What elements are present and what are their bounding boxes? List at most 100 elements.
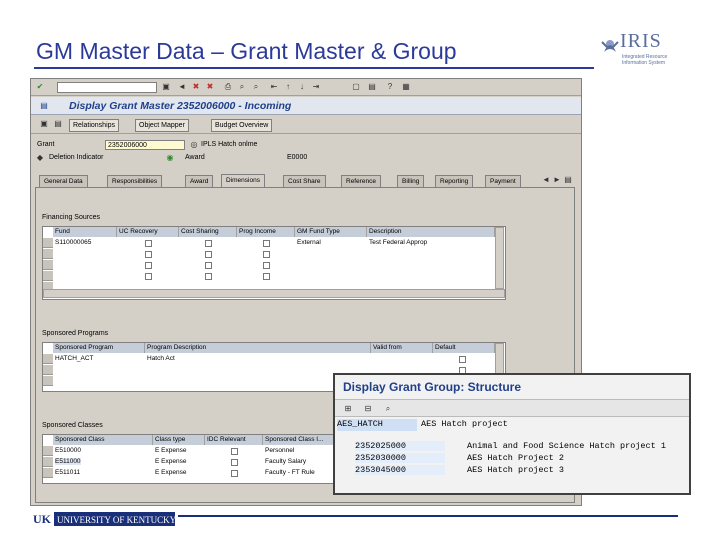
tab-general-data[interactable]: General Data bbox=[39, 175, 88, 187]
collapse-icon[interactable]: ⊟ bbox=[363, 404, 373, 414]
class-cell[interactable]: E511011 bbox=[55, 469, 80, 476]
row-selector[interactable] bbox=[43, 376, 53, 386]
horizontal-scrollbar[interactable] bbox=[43, 289, 505, 298]
tab-billing[interactable]: Billing bbox=[397, 175, 425, 187]
cost-sharing-checkbox[interactable] bbox=[205, 273, 212, 280]
uc-recovery-checkbox[interactable] bbox=[145, 251, 152, 258]
expand-icon[interactable]: ⊞ bbox=[343, 404, 353, 414]
university-logo-text: UNIVERSITY OF KENTUCKY bbox=[57, 515, 177, 525]
tab-payment[interactable]: Payment bbox=[485, 175, 521, 187]
idc-relevant-checkbox[interactable] bbox=[231, 459, 238, 466]
prog-income-checkbox[interactable] bbox=[263, 262, 270, 269]
tab-reporting[interactable]: Reporting bbox=[435, 175, 474, 187]
tab-scroll-left-icon[interactable]: ◄ bbox=[541, 175, 551, 185]
row-selector[interactable] bbox=[43, 365, 53, 375]
uc-recovery-checkbox[interactable] bbox=[145, 240, 152, 247]
prog-income-checkbox[interactable] bbox=[263, 251, 270, 258]
idc-relevant-checkbox[interactable] bbox=[231, 448, 238, 455]
next-page-icon[interactable]: ↓ bbox=[297, 82, 307, 92]
class-desc-cell: Personnel bbox=[265, 447, 295, 454]
find-icon[interactable]: ⌕ bbox=[237, 82, 247, 92]
tree-child-node[interactable]: 2352030000 bbox=[355, 453, 445, 463]
col-sponsored-class: Sponsored Class bbox=[53, 435, 153, 445]
iris-logo-text: IRIS bbox=[620, 30, 662, 52]
find-next-icon[interactable]: ⌕ bbox=[251, 82, 261, 92]
financing-sources-table: Fund UC Recovery Cost Sharing Prog Incom… bbox=[42, 226, 506, 300]
system-toolbar: ✔ ▣ ◄ ✖ ✖ ⎙ ⌕ ⌕ ⇤ ↑ ↓ ⇥ ▢ ▤ ? ▦ bbox=[31, 79, 581, 96]
cancel-icon[interactable]: ✖ bbox=[205, 82, 215, 92]
fund-cell[interactable]: S110000065 bbox=[55, 239, 91, 246]
description-cell: Test Federal Approp bbox=[369, 239, 428, 246]
first-page-icon[interactable]: ⇤ bbox=[269, 82, 279, 92]
class-cell[interactable]: E510000 bbox=[55, 447, 81, 454]
row-selector[interactable] bbox=[43, 260, 53, 270]
save-icon[interactable]: ▣ bbox=[161, 82, 171, 92]
tab-award[interactable]: Award bbox=[185, 175, 214, 187]
tree-child-node[interactable]: 2352025000 bbox=[355, 441, 445, 451]
tree-child-description: AES Hatch project 3 bbox=[467, 465, 564, 475]
class-type-cell[interactable]: E Expense bbox=[155, 458, 186, 465]
default-checkbox[interactable] bbox=[459, 356, 466, 363]
idc-relevant-checkbox[interactable] bbox=[231, 470, 238, 477]
cost-sharing-checkbox[interactable] bbox=[205, 240, 212, 247]
row-selector[interactable] bbox=[43, 354, 53, 364]
uc-recovery-checkbox[interactable] bbox=[145, 262, 152, 269]
command-field[interactable] bbox=[57, 82, 157, 93]
col-program-description: Program Description bbox=[145, 343, 371, 353]
tab-cost-share[interactable]: Cost Share bbox=[283, 175, 326, 187]
find-icon[interactable]: ⌕ bbox=[383, 404, 393, 414]
row-selector[interactable] bbox=[43, 457, 53, 467]
col-uc-recovery: UC Recovery bbox=[117, 227, 179, 237]
tab-reference[interactable]: Reference bbox=[341, 175, 381, 187]
uc-recovery-checkbox[interactable] bbox=[145, 273, 152, 280]
relationships-button[interactable]: Relationships bbox=[69, 119, 120, 132]
grant-group-title: Display Grant Group: Structure bbox=[343, 380, 522, 394]
tree-child-node[interactable]: 2353045000 bbox=[355, 465, 445, 475]
object-mapper-button[interactable]: Object Mapper bbox=[135, 119, 189, 132]
col-cost-sharing: Cost Sharing bbox=[179, 227, 237, 237]
grant-input[interactable]: 2352006000 bbox=[105, 140, 185, 150]
layout-icon[interactable]: ▦ bbox=[401, 82, 411, 92]
tab-responsibilities[interactable]: Responsibilities bbox=[107, 175, 163, 187]
row-selector[interactable] bbox=[43, 468, 53, 478]
last-page-icon[interactable]: ⇥ bbox=[311, 82, 321, 92]
fund-type-cell: External bbox=[297, 239, 321, 246]
prog-income-checkbox[interactable] bbox=[263, 240, 270, 247]
class-cell[interactable]: E511000 bbox=[55, 458, 81, 465]
col-prog-income: Prog Income bbox=[237, 227, 295, 237]
tab-list-icon[interactable]: ▤ bbox=[563, 175, 573, 185]
document-icon[interactable]: ▤ bbox=[53, 119, 63, 129]
cost-sharing-checkbox[interactable] bbox=[205, 251, 212, 258]
transaction-icon: ▤ bbox=[40, 101, 48, 110]
new-session-icon[interactable]: ▢ bbox=[351, 82, 361, 92]
help-icon[interactable]: ? bbox=[385, 82, 395, 92]
prog-income-checkbox[interactable] bbox=[263, 273, 270, 280]
class-type-cell[interactable]: E Expense bbox=[155, 469, 186, 476]
col-fund: Fund bbox=[53, 227, 117, 237]
row-selector[interactable] bbox=[43, 238, 53, 248]
tab-scroll-right-icon[interactable]: ► bbox=[552, 175, 562, 185]
tree-root-node[interactable]: AES_HATCH bbox=[337, 419, 417, 431]
print-icon[interactable]: ⎙ bbox=[223, 82, 233, 92]
row-selector[interactable] bbox=[43, 249, 53, 259]
col-sponsored-program: Sponsored Program bbox=[53, 343, 145, 353]
enter-icon[interactable]: ✔ bbox=[35, 82, 45, 92]
status-icon: ◆ bbox=[36, 153, 44, 162]
exit-icon[interactable]: ✖ bbox=[191, 82, 201, 92]
program-cell[interactable]: HATCH_ACT bbox=[55, 355, 94, 362]
col-class-type: Class type bbox=[153, 435, 205, 445]
cost-sharing-checkbox[interactable] bbox=[205, 262, 212, 269]
row-selector[interactable] bbox=[43, 446, 53, 456]
tab-dimensions[interactable]: Dimensions bbox=[221, 174, 265, 187]
display-icon[interactable]: ▣ bbox=[39, 119, 49, 129]
row-selector[interactable] bbox=[43, 271, 53, 281]
prev-page-icon[interactable]: ↑ bbox=[283, 82, 293, 92]
shortcut-icon[interactable]: ▤ bbox=[367, 82, 377, 92]
class-type-cell[interactable]: E Expense bbox=[155, 447, 186, 454]
application-toolbar: ▣ ▤ Relationships Object Mapper Budget O… bbox=[31, 116, 581, 134]
financing-sources-label: Financing Sources bbox=[42, 214, 100, 221]
budget-overview-button[interactable]: Budget Overview bbox=[211, 119, 273, 132]
back-icon[interactable]: ◄ bbox=[177, 82, 187, 92]
vertical-scrollbar[interactable] bbox=[495, 227, 504, 289]
tree-child-description: Animal and Food Science Hatch project 1 bbox=[467, 441, 666, 451]
